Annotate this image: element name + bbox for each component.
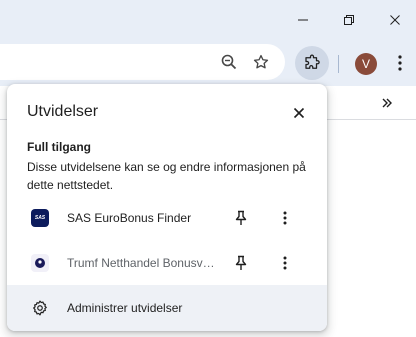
star-icon xyxy=(253,54,269,69)
pin-icon xyxy=(235,255,247,270)
extension-row-sas[interactable]: SAS SAS EuroBonus Finder xyxy=(7,196,327,240)
kebab-menu-icon xyxy=(398,55,402,71)
zoom-out-icon xyxy=(221,54,237,70)
gear-icon xyxy=(33,300,47,316)
pin-button[interactable] xyxy=(229,206,253,230)
address-bar[interactable] xyxy=(0,44,285,80)
kebab-menu-icon xyxy=(283,256,287,270)
trumf-logo-icon xyxy=(31,254,49,272)
extension-more-button[interactable] xyxy=(273,206,297,230)
browser-toolbar: V xyxy=(0,40,416,86)
extension-row-trumf[interactable]: Trumf Netthandel Bonusvarsler xyxy=(7,241,327,285)
zoom-button[interactable] xyxy=(213,44,245,80)
puzzle-icon xyxy=(305,54,320,69)
bookmarks-overflow-button[interactable] xyxy=(376,92,398,114)
bookmark-star-button[interactable] xyxy=(245,44,277,80)
extension-name: SAS EuroBonus Finder xyxy=(67,211,192,225)
manage-extensions-button[interactable]: Administrer utvidelser xyxy=(7,285,327,331)
pin-icon xyxy=(235,210,247,225)
extension-name: Trumf Netthandel Bonusvarsler xyxy=(67,256,217,270)
minimize-button[interactable] xyxy=(280,0,326,40)
double-chevron-right-icon xyxy=(382,98,392,108)
close-icon xyxy=(293,107,305,119)
close-icon xyxy=(390,15,400,25)
extension-more-button[interactable] xyxy=(273,251,297,275)
close-window-button[interactable] xyxy=(372,0,416,40)
minimize-icon xyxy=(298,19,308,21)
extensions-button[interactable] xyxy=(295,46,329,80)
toolbar-divider xyxy=(338,55,339,73)
section-description: Disse utvidelsene kan se og endre inform… xyxy=(27,160,306,192)
title-bar xyxy=(0,0,416,40)
restore-icon xyxy=(344,15,354,25)
trumf-logo-icon xyxy=(31,254,49,272)
extensions-popup: Utvidelser Full tilgang Disse utvidelsen… xyxy=(7,84,327,331)
kebab-menu-icon xyxy=(283,211,287,225)
sas-logo-text: SAS xyxy=(34,215,46,221)
restore-button[interactable] xyxy=(326,0,372,40)
profile-avatar[interactable]: V xyxy=(355,53,377,75)
gear-icon xyxy=(31,299,49,317)
pin-button[interactable] xyxy=(229,251,253,275)
sas-logo-icon: SAS xyxy=(31,209,49,227)
popup-close-button[interactable] xyxy=(287,101,311,125)
manage-extensions-label: Administrer utvidelser xyxy=(67,301,183,315)
popup-title: Utvidelser xyxy=(27,103,99,120)
section-title: Full tilgang xyxy=(27,140,91,154)
browser-menu-button[interactable] xyxy=(388,48,412,78)
